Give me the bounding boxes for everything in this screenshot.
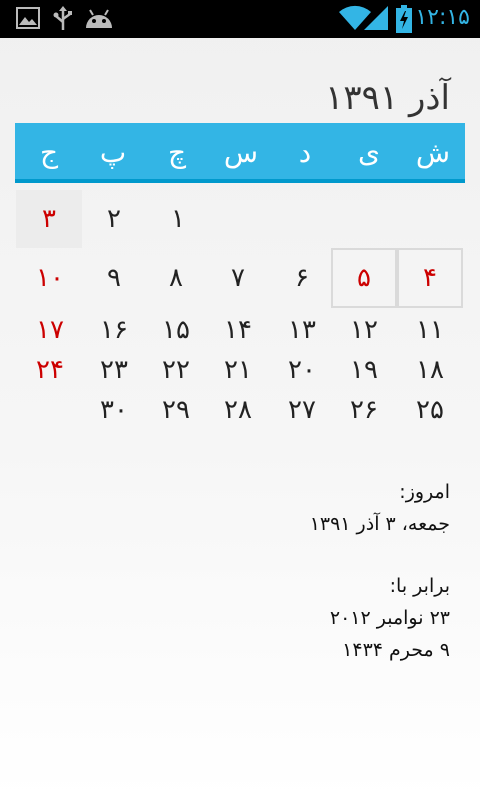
day-cell-today[interactable]: ۳ — [16, 190, 82, 248]
weekday-friday: ج — [39, 136, 59, 169]
day-cell[interactable]: ۲ — [82, 190, 146, 248]
day-cell-selected[interactable]: ۴ — [397, 248, 463, 308]
day-cell[interactable]: ۲۳ — [82, 350, 146, 390]
day-cell[interactable]: ۲۹ — [144, 390, 208, 430]
today-label: امروز: — [399, 481, 450, 503]
today-value: جمعه، ۳ آذر ۱۳۹۱ — [309, 513, 450, 535]
day-cell[interactable]: ۱۸ — [398, 350, 462, 390]
day-cell[interactable]: ۷ — [206, 248, 270, 308]
weekday-wednesday: چ — [167, 136, 187, 169]
month-title: آذر ۱۳۹۱ — [325, 78, 450, 118]
day-cell[interactable]: ۲۱ — [206, 350, 270, 390]
weekday-sunday: ی — [358, 136, 380, 169]
weekday-header: ش ی د س چ پ ج — [15, 123, 465, 183]
android-icon — [84, 6, 114, 34]
day-cell[interactable]: ۱۰ — [18, 248, 82, 308]
weekday-saturday: ش — [415, 136, 451, 169]
day-cell[interactable]: ۲۲ — [144, 350, 208, 390]
day-cell[interactable]: ۲۶ — [332, 390, 396, 430]
day-cell[interactable]: ۱۶ — [82, 310, 146, 350]
day-cell-selected[interactable]: ۵ — [331, 248, 397, 308]
day-cell[interactable]: ۱۹ — [332, 350, 396, 390]
weekday-monday: د — [298, 136, 312, 169]
status-time: ۱۲:۱۵ — [415, 5, 470, 30]
status-bar: ۱۲:۱۵ — [0, 0, 480, 38]
day-cell[interactable]: ۱۲ — [332, 310, 396, 350]
day-cell[interactable]: ۱۱ — [398, 310, 462, 350]
day-cell[interactable]: ۲۰ — [270, 350, 334, 390]
weekday-thursday: پ — [99, 136, 127, 169]
day-cell[interactable]: ۳۰ — [82, 390, 146, 430]
day-cell[interactable]: ۲۸ — [206, 390, 270, 430]
signal-icon — [364, 6, 388, 34]
hijri-date: ۹ محرم ۱۴۳۴ — [342, 639, 450, 661]
day-cell[interactable]: ۲۴ — [18, 350, 82, 390]
equivalent-label: برابر با: — [389, 575, 450, 597]
day-cell[interactable]: ۱۴ — [206, 310, 270, 350]
equivalent-section: برابر با: ۲۳ نوامبر ۲۰۱۲ ۹ محرم ۱۴۳۴ — [330, 570, 450, 666]
day-cell[interactable]: ۱ — [146, 190, 210, 248]
day-cell[interactable]: ۲۷ — [270, 390, 334, 430]
day-cell[interactable]: ۱۳ — [270, 310, 334, 350]
gregorian-date: ۲۳ نوامبر ۲۰۱۲ — [329, 607, 450, 629]
day-cell[interactable]: ۲۵ — [398, 390, 462, 430]
day-cell[interactable]: ۹ — [82, 248, 146, 308]
day-cell[interactable]: ۱۵ — [144, 310, 208, 350]
weekday-tuesday: س — [223, 136, 259, 169]
battery-charging-icon — [396, 5, 412, 37]
today-section: امروز: جمعه، ۳ آذر ۱۳۹۱ — [310, 476, 450, 540]
image-icon — [16, 6, 40, 34]
day-cell[interactable]: ۶ — [270, 248, 334, 308]
day-cell[interactable]: ۸ — [144, 248, 208, 308]
day-cell[interactable]: ۱۷ — [18, 310, 82, 350]
usb-icon — [52, 6, 74, 36]
